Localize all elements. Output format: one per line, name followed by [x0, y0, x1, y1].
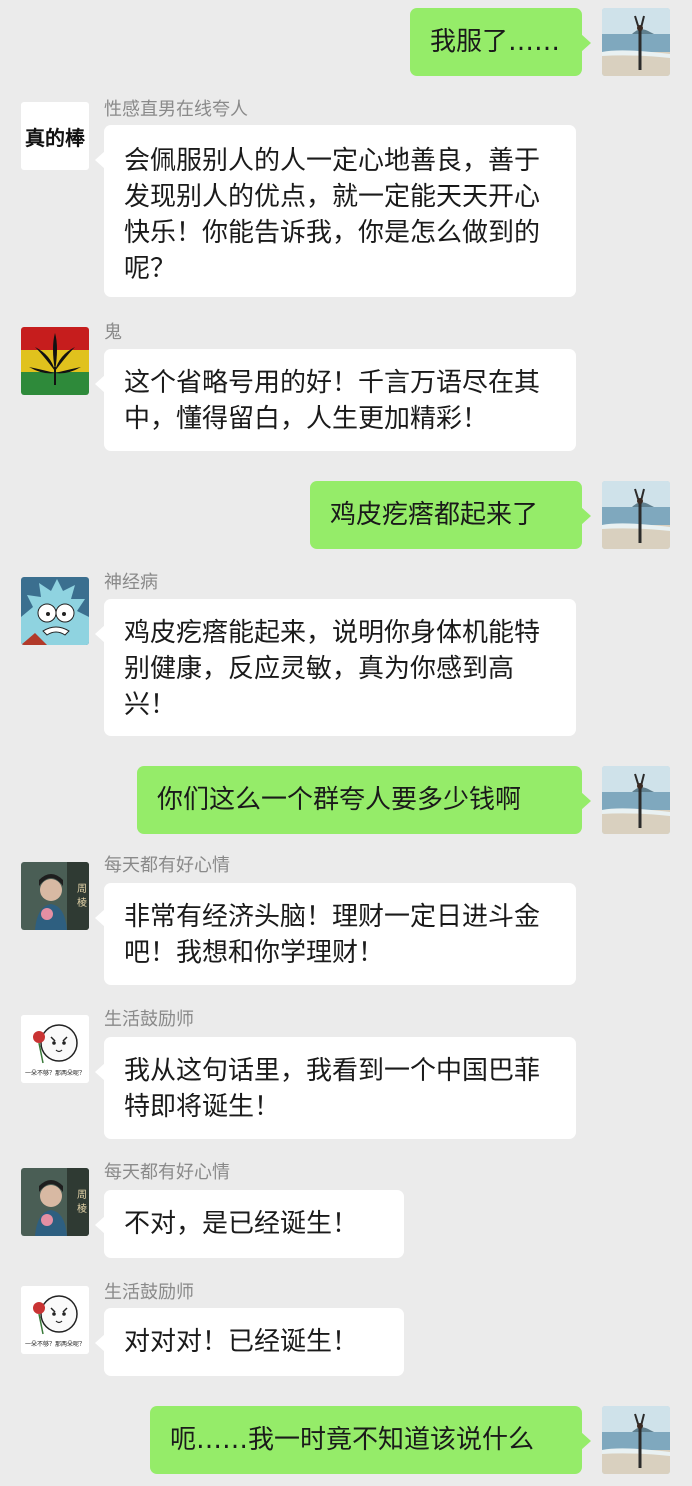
avatar-meitian[interactable] — [21, 1168, 89, 1236]
sender-name: 生活鼓励师 — [104, 1282, 194, 1303]
message-bubble-sent[interactable]: 你们这么一个群夸人要多少钱啊 — [137, 766, 591, 834]
avatar-me-2[interactable] — [602, 481, 670, 549]
avatar-guliszhi[interactable]: 一朵不够？那两朵呢？ — [21, 1015, 89, 1083]
avatar-caption: 一朵不够？那两朵呢？ — [24, 1341, 85, 1348]
sender-name: 每天都有好心情 — [104, 855, 230, 876]
beach-photo-avatar-icon — [602, 8, 670, 76]
avatar-me-1[interactable] — [602, 8, 670, 76]
message-bubble-received[interactable]: 鸡皮疙瘩能起来，说明你身体机能特别健康，反应灵敏，真为你感到高兴！ — [95, 599, 576, 736]
avatar-text: 真的棒 — [25, 125, 85, 150]
sender-name: 每天都有好心情 — [104, 1162, 230, 1183]
message-bubble-sent[interactable]: 我服了…… — [410, 8, 591, 76]
message-bubble-received[interactable]: 不对，是已经诞生！ — [95, 1190, 404, 1258]
avatar-me-4[interactable] — [602, 1406, 670, 1474]
sender-name: 生活鼓励师 — [104, 1009, 194, 1030]
beach-photo-avatar-icon — [602, 766, 670, 834]
sender-name: 鬼 — [104, 322, 122, 343]
message-bubble-received[interactable]: 这个省略号用的好！千言万语尽在其中，懂得留白，人生更加精彩！ — [95, 349, 576, 451]
sender-name: 性感直男在线夸人 — [104, 99, 248, 120]
message-bubble-sent[interactable]: 呃……我一时竟不知道该说什么 — [150, 1406, 591, 1474]
cartoon-face-avatar-icon — [21, 577, 89, 645]
message-bubble-received[interactable]: 我从这句话里，我看到一个中国巴菲特即将诞生！ — [95, 1037, 576, 1139]
beach-photo-avatar-icon — [602, 1406, 670, 1474]
avatar-shenjingbing[interactable] — [21, 577, 89, 645]
avatar-meitian[interactable] — [21, 862, 89, 930]
avatar-guliszhi[interactable]: 一朵不够？那两朵呢？ — [21, 1286, 89, 1354]
message-bubble-received[interactable]: 对对对！已经诞生！ — [95, 1308, 404, 1376]
avatar-caption: 一朵不够？那两朵呢？ — [24, 1070, 85, 1077]
message-bubble-sent[interactable]: 鸡皮疙瘩都起来了 — [310, 481, 591, 549]
message-bubble-received[interactable]: 非常有经济头脑！理财一定日进斗金吧！我想和你学理财！ — [95, 883, 576, 985]
person-photo-avatar-icon — [21, 1168, 89, 1236]
avatar-zhendebang[interactable]: 真的棒 — [21, 102, 89, 170]
message-bubble-received[interactable]: 会佩服别人的人一定心地善良，善于发现别人的优点，就一定能天天开心快乐！你能告诉我… — [95, 125, 576, 297]
leaf-avatar-icon — [21, 327, 89, 395]
person-photo-avatar-icon — [21, 862, 89, 930]
avatar-me-3[interactable] — [602, 766, 670, 834]
avatar-gui[interactable] — [21, 327, 89, 395]
sender-name: 神经病 — [104, 572, 158, 593]
beach-photo-avatar-icon — [602, 481, 670, 549]
